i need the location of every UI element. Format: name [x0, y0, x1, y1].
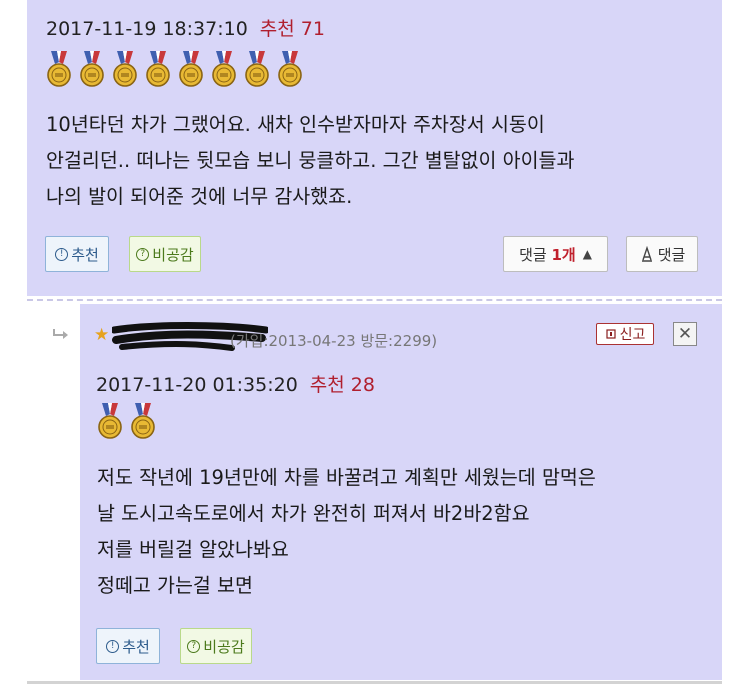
- comment-2-recommend-button[interactable]: ! 추천: [96, 628, 160, 664]
- comment-1-write-reply-button[interactable]: 댓글: [626, 236, 698, 272]
- comment-2-line: 정떼고 가는걸 보면: [97, 574, 253, 597]
- comment-2-line: 날 도시고속도로에서 차가 완전히 퍼져서 바2바2함요: [97, 502, 530, 525]
- unagree-icon: ?: [187, 639, 201, 653]
- comment-2-recommend-count: 추천 28: [309, 374, 375, 396]
- medal-icon: [176, 50, 206, 88]
- comment-1-unagree-button[interactable]: ? 비공감: [129, 236, 201, 272]
- member-star-icon: ★: [94, 325, 110, 345]
- report-button[interactable]: 신고: [596, 323, 654, 345]
- medal-icon: [77, 50, 107, 88]
- comment-1-line: 10년타던 차가 그랬어요. 새차 인수받자마자 주차장서 시동이: [46, 113, 545, 136]
- medal-icon: [209, 50, 239, 88]
- medal-icon: [110, 50, 140, 88]
- comment-1-recommend-count: 추천 71: [259, 18, 325, 40]
- bell-icon: [606, 329, 616, 339]
- comment-1-meta: 2017-11-19 18:37:10 추천 71: [46, 14, 325, 41]
- comment-2-unagree-button[interactable]: ? 비공감: [180, 628, 252, 664]
- bottom-border: [27, 681, 722, 684]
- recommend-icon: !: [106, 639, 120, 653]
- comment-1-body: 10년타던 차가 그랬어요. 새차 인수받자마자 주차장서 시동이 안걸리던..…: [46, 107, 574, 215]
- reply-pen-icon: [641, 246, 652, 262]
- close-icon[interactable]: ✕: [673, 322, 697, 346]
- dashed-divider: [27, 299, 722, 301]
- comment-1-datetime: 2017-11-19 18:37:10: [46, 18, 248, 40]
- recommend-icon: !: [55, 247, 69, 261]
- medal-icon: [242, 50, 272, 88]
- reply-count: 1개: [551, 245, 576, 264]
- member-join-info: (가입:2013-04-23 방문:2299): [230, 332, 438, 350]
- comment-1-line: 나의 발이 되어준 것에 너무 감사했죠.: [46, 185, 353, 208]
- comment-2-line: 저도 작년에 19년만에 차를 바꿀려고 계획만 세웠는데 맘먹은: [97, 466, 596, 489]
- medal-icon: [275, 50, 305, 88]
- reply-arrow-icon: [53, 329, 68, 339]
- comment-1-recommend-button[interactable]: ! 추천: [45, 236, 109, 272]
- unagree-icon: ?: [136, 247, 150, 261]
- medal-icon: [95, 402, 125, 440]
- medal-icon: [44, 50, 74, 88]
- comment-2-medals: [95, 402, 161, 440]
- medal-icon: [128, 402, 158, 440]
- comment-1-reply-toggle[interactable]: 댓글 1개 ▲: [503, 236, 608, 272]
- caret-up-icon: ▲: [582, 247, 592, 261]
- comment-1-line: 안걸리던.. 떠나는 뒷모습 보니 뭉클하고. 그간 별탈없이 아이들과: [46, 149, 575, 172]
- medal-icon: [143, 50, 173, 88]
- comment-2-body: 저도 작년에 19년만에 차를 바꿀려고 계획만 세웠는데 맘먹은 날 도시고속…: [97, 460, 596, 604]
- comment-2-line: 저를 버릴걸 알았나봐요: [97, 538, 289, 561]
- comment-2-meta: 2017-11-20 01:35:20 추천 28: [96, 370, 375, 397]
- comment-1-medals: [44, 50, 308, 88]
- comment-2-datetime: 2017-11-20 01:35:20: [96, 374, 298, 396]
